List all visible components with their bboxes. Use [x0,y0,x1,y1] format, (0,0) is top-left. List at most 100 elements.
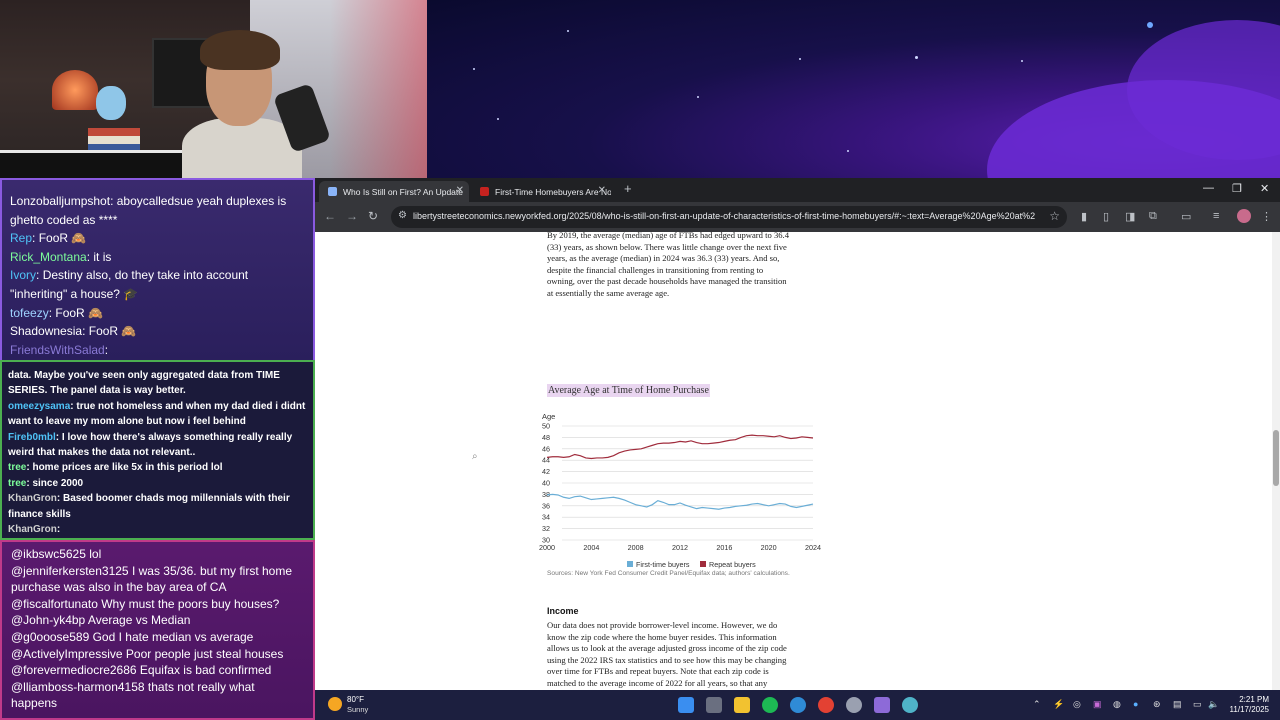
tray-app-icon[interactable]: ▤ [1173,699,1182,710]
chat-username[interactable]: tofeezy [10,306,49,320]
app-icon[interactable] [874,697,890,713]
chat-username[interactable]: Rep [10,231,32,245]
web-page: By 2019, the average (median) age of FTB… [315,232,1272,690]
edge-browser-icon[interactable] [790,697,806,713]
paragraph-line: despite the financial challenges in tran… [547,264,764,275]
chat-message: @ikbswc5625 lol [11,546,304,563]
legend-label: First-time buyers [636,560,690,569]
chat-username[interactable]: @g0ooose589 [11,630,89,644]
x-tick-label: 2016 [716,543,732,552]
browser-toolbar: ← → ↻ ⚙ libertystreeteconomics.newyorkfe… [315,202,1280,232]
extension-icon[interactable]: ▯ [1103,210,1109,223]
chat-message-text: lol [89,547,102,561]
back-button[interactable]: ← [324,209,336,223]
forward-button[interactable]: → [346,209,358,223]
y-tick-label: 36 [542,501,550,510]
close-tab-icon[interactable]: ✕ [598,185,606,196]
app-icon[interactable] [902,697,918,713]
chat-message-text: God I hate median vs average [92,629,254,644]
paragraph-line: Our data does not provide borrower-level… [547,620,778,630]
space-background [427,0,1280,178]
site-info-icon[interactable]: ⚙ [398,210,407,221]
weather-sun-icon[interactable] [328,697,342,711]
chat-username[interactable]: KhanGron [8,524,57,535]
chat-username[interactable]: @John-yk4bp [11,613,85,627]
chat-username[interactable]: @fiscalfortunato [11,597,98,611]
chat-message-text: Why must the poors buy houses? [101,596,280,611]
article-intro: By 2019, the average (median) age of FTB… [547,232,822,300]
windows-taskbar: 80°F Sunny ⌃ ⚡ ◎ ▣ ◍ ● ⊛ ▤ ▭ 🔈 2:21 PM 1… [315,690,1280,720]
chat-message-text: Destiny also, do they take into account … [10,268,249,301]
tray-app-icon[interactable]: ◎ [1073,699,1081,710]
url-text[interactable]: libertystreeteconomics.newyorkfed.org/20… [413,211,1035,221]
reload-button[interactable]: ↻ [368,209,378,223]
star [1147,22,1153,28]
obs-icon[interactable] [846,697,862,713]
y-axis-label: Age [542,412,555,421]
paragraph-line: using the 2022 IRS tax statistics and to… [547,654,787,665]
chat-username[interactable]: Shadownesia [10,324,82,338]
y-tick-label: 34 [542,513,550,522]
restore-button[interactable]: ❐ [1232,182,1242,195]
chart-heading: Average Age at Time of Home Purchase [547,384,710,397]
chrome-browser-icon[interactable] [818,697,834,713]
webcam-red-light [330,0,427,178]
chat-username[interactable]: Lonzoballjumpshot [10,194,110,208]
tray-app-icon[interactable]: ⊛ [1153,699,1161,710]
volume-icon[interactable]: 🔈 [1208,699,1219,710]
close-window-button[interactable]: ✕ [1260,182,1269,195]
tray-app-icon[interactable]: ● [1133,699,1138,709]
system-clock[interactable]: 2:21 PM 11/17/2025 [1225,695,1269,715]
address-bar[interactable]: ⚙ libertystreeteconomics.newyorkfed.org/… [391,206,1067,228]
tab-favicon [480,187,489,196]
extensions-puzzle-icon[interactable]: ⧉ [1149,210,1157,223]
spotify-icon[interactable] [762,697,778,713]
file-explorer-icon[interactable] [734,697,750,713]
chat-message: KhanGron: Based boomer chads mog millenn… [8,493,290,520]
chat-username[interactable]: Fireb0mbl [8,432,56,443]
scrollbar-thumb[interactable] [1273,430,1279,486]
chat-username[interactable]: @ikbswc5625 [11,547,86,561]
task-view-icon[interactable] [706,697,722,713]
tab-inactive[interactable]: First-Time Homebuyers Are No ✕ [471,181,611,202]
network-icon[interactable]: ▭ [1193,699,1202,710]
close-tab-icon[interactable]: ✕ [456,185,464,196]
chat-username[interactable]: omeezysama [8,401,70,412]
page-scrollbar[interactable] [1272,232,1280,690]
tray-app-icon[interactable]: ▣ [1093,699,1102,710]
start-windows-icon[interactable] [678,697,694,713]
weather-description[interactable]: Sunny [347,705,368,714]
chat-username[interactable]: KhanGron [8,493,57,504]
extension-icon[interactable]: ◨ [1125,210,1135,223]
chat-username[interactable]: tree [8,478,26,489]
new-tab-button[interactable]: + [624,181,632,196]
chat-username[interactable]: @lliamboss-harmon4158 [11,680,145,694]
chat-message-text: home prices are like 5x in this period l… [32,462,223,474]
chat-username[interactable]: Ivory [10,268,36,282]
chat-message: omeezysama: true not homeless and when m… [8,400,306,428]
tray-overflow-icon[interactable]: ⌃ [1033,699,1041,710]
webcam-keyboard [0,150,200,178]
minimize-button[interactable]: — [1203,182,1214,194]
chat-message-text: Average vs Median [87,613,191,628]
weather-temperature[interactable]: 80°F [347,695,364,704]
media-controls-icon[interactable]: ≡ [1213,210,1219,222]
x-tick-label: 2020 [761,543,777,552]
tray-app-icon[interactable]: ⚡ [1053,699,1064,710]
chat-message: KhanGron: [8,524,61,536]
bookmark-star-icon[interactable]: ☆ [1049,209,1060,223]
chat-username[interactable]: @forevermediocre2686 [11,663,137,677]
chat-username[interactable]: Rick_Montana [10,250,87,264]
chat-username[interactable]: tree [8,462,26,473]
menu-kebab-icon[interactable]: ⋮ [1261,210,1272,223]
steam-icon[interactable]: ◍ [1113,699,1121,710]
chat-username[interactable]: @ActivelyImpressive [11,647,123,661]
extension-icon[interactable]: ▮ [1081,210,1087,223]
chat-message: Ivory: Destiny also, do they take into a… [10,268,249,301]
tab-active[interactable]: Who Is Still on First? An Update ✕ [319,181,469,202]
profile-avatar[interactable] [1237,209,1251,223]
chat-username[interactable]: FriendsWithSalad [10,343,105,357]
chat-username[interactable]: @jenniferkersten3125 [11,564,129,578]
chat-section-bottom: @ikbswc5625 lol @jenniferkersten3125 I wa… [0,540,315,720]
side-panel-icon[interactable]: ▭ [1181,210,1191,223]
